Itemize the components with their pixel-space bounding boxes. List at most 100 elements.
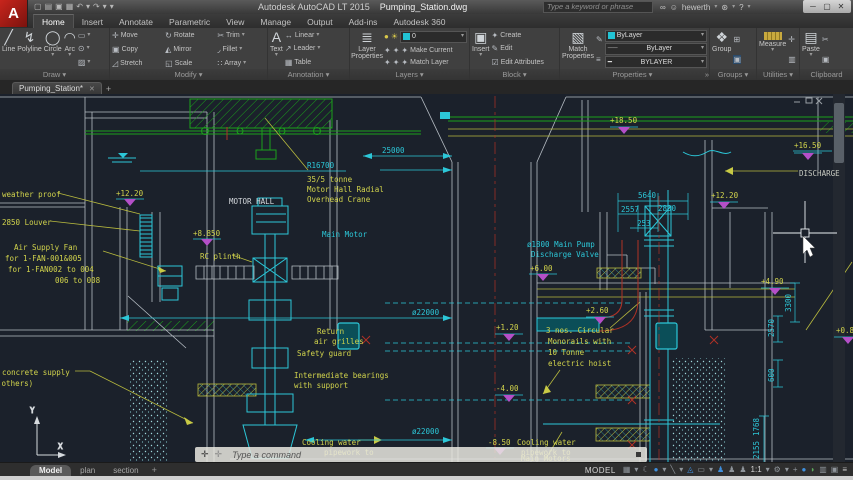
layer-freeze-icon[interactable]: ✦ bbox=[393, 46, 400, 55]
autodesk360-icon[interactable]: ⊛ bbox=[721, 3, 728, 12]
layer-on-icon[interactable]: ● bbox=[384, 32, 389, 41]
tab-addins[interactable]: Add-ins bbox=[341, 15, 386, 28]
tab-parametric[interactable]: Parametric bbox=[161, 15, 218, 28]
tab-manage[interactable]: Manage bbox=[252, 15, 299, 28]
stretch-button[interactable]: ◿Stretch bbox=[112, 57, 161, 69]
minimize-button[interactable]: ─ bbox=[807, 2, 819, 11]
linear-dim-button[interactable]: ↔Linear▾ bbox=[285, 31, 321, 40]
tab-home[interactable]: Home bbox=[33, 14, 74, 28]
redo-icon[interactable]: ↷ bbox=[93, 0, 100, 14]
model-space-badge[interactable]: MODEL bbox=[585, 466, 616, 475]
array-button[interactable]: ∷Array▾ bbox=[217, 57, 265, 69]
grid-icon[interactable]: ▦ bbox=[623, 464, 631, 476]
ellipse-icon[interactable]: ⊙ bbox=[78, 44, 85, 53]
panel-label-draw[interactable]: Draw ▾ bbox=[0, 69, 109, 80]
osnap-tracking-icon[interactable]: ◬ bbox=[687, 464, 693, 476]
panel-label-block[interactable]: Block ▾ bbox=[470, 69, 559, 80]
undo-icon[interactable]: ↶ bbox=[76, 0, 83, 14]
panel-label-properties[interactable]: Properties ▾ » bbox=[560, 69, 709, 80]
search-icon[interactable]: ∞ bbox=[660, 3, 666, 12]
help-dropdown-icon[interactable]: ▾ bbox=[748, 5, 751, 10]
autocad-logo[interactable]: A bbox=[0, 0, 28, 27]
layout-tab-section[interactable]: section bbox=[104, 465, 147, 476]
move-button[interactable]: ✛Move bbox=[112, 29, 161, 41]
rectangle-icon[interactable]: ▭ bbox=[78, 31, 86, 40]
annotation-scale-badge[interactable]: 1:1 bbox=[751, 464, 762, 476]
object-snap-icon[interactable]: ● bbox=[654, 464, 659, 476]
properties-painter-icon[interactable]: ✎ bbox=[596, 35, 603, 44]
tab-annotate[interactable]: Annotate bbox=[111, 15, 161, 28]
lineweight-dropdown[interactable]: ━BYLAYER▾ bbox=[605, 56, 707, 68]
panel-label-layers[interactable]: Layers ▾ bbox=[350, 69, 469, 80]
redo-dropdown-icon[interactable]: ▾ bbox=[103, 0, 107, 14]
annotation-visibility-icon[interactable]: ♟ bbox=[717, 464, 724, 476]
text-button[interactable]: AText▾ bbox=[270, 29, 283, 69]
panel-label-clipboard[interactable]: Clipboard bbox=[800, 69, 853, 80]
user-dropdown-icon[interactable]: ▾ bbox=[714, 5, 717, 10]
snap-dropdown-icon[interactable]: ▾ bbox=[634, 464, 638, 476]
object-snap-dropdown-icon[interactable]: ▾ bbox=[662, 464, 666, 476]
table-button[interactable]: ▦Table bbox=[285, 58, 321, 67]
fillet-button[interactable]: ◞Fillet▾ bbox=[217, 43, 265, 55]
properties-list-icon[interactable]: ≡ bbox=[596, 55, 603, 64]
group-edit-icon[interactable]: ▣ bbox=[733, 55, 741, 64]
file-tab-close-icon[interactable]: ✕ bbox=[89, 85, 95, 93]
dynamic-ucs-icon[interactable]: ▭ bbox=[697, 464, 705, 476]
properties-launcher-icon[interactable]: » bbox=[705, 69, 709, 80]
workspace-dropdown-icon[interactable]: ▾ bbox=[785, 464, 789, 476]
scale-button[interactable]: ◱Scale bbox=[165, 57, 213, 69]
graphics-performance-icon[interactable]: ● bbox=[802, 464, 807, 476]
measure-button[interactable]: Measure▾ bbox=[759, 29, 786, 69]
new-layout-button[interactable]: + bbox=[152, 465, 157, 475]
annotation-people-icon[interactable]: ♟ bbox=[739, 464, 746, 476]
ungroup-icon[interactable]: ⊞ bbox=[733, 35, 741, 44]
signin-user[interactable]: hewerth bbox=[682, 3, 710, 12]
match-properties-button[interactable]: ▧Match Properties bbox=[562, 29, 594, 69]
create-block-button[interactable]: ✦Create bbox=[492, 31, 544, 40]
panel-label-modify[interactable]: Modify ▾ bbox=[110, 69, 267, 80]
command-line[interactable]: ✛ ✛ Type a command bbox=[195, 447, 647, 462]
layout-tab-plan[interactable]: plan bbox=[71, 465, 104, 476]
layer-merge-icon[interactable]: ✦ bbox=[393, 58, 400, 67]
layer-walk-icon[interactable]: ✦ bbox=[401, 58, 408, 67]
layer-thaw-icon[interactable]: ☀ bbox=[391, 32, 398, 41]
quick-calc-icon[interactable]: ▥ bbox=[788, 55, 796, 64]
workspace-gear-icon[interactable]: ⚙ bbox=[774, 464, 781, 476]
edit-attributes-button[interactable]: ☑Edit Attributes bbox=[492, 58, 544, 67]
command-promp-text[interactable]: Type a command bbox=[232, 450, 301, 460]
line-button[interactable]: ╱Line bbox=[2, 29, 15, 69]
help-icon[interactable]: ? bbox=[739, 3, 743, 12]
lock-ui-icon[interactable]: ▣ bbox=[831, 464, 839, 476]
polar-dropdown-icon[interactable]: ▾ bbox=[679, 464, 683, 476]
plot-icon[interactable]: ▦ bbox=[66, 0, 74, 14]
undo-dropdown-icon[interactable]: ▾ bbox=[86, 0, 90, 14]
edit-block-button[interactable]: ✎Edit bbox=[492, 44, 544, 53]
quick-properties-icon[interactable]: ▥ bbox=[819, 464, 827, 476]
isometric-icon[interactable]: ☾ bbox=[642, 464, 649, 476]
new-tab-button[interactable]: + bbox=[106, 84, 111, 94]
hatch-icon[interactable]: ▨ bbox=[78, 58, 86, 67]
drawing-area[interactable]: Y X weather proof2850 LouverAir Supply F… bbox=[0, 94, 853, 462]
save-file-icon[interactable]: ▣ bbox=[55, 0, 63, 14]
leader-button[interactable]: ↗Leader▾ bbox=[285, 44, 321, 53]
restore-button[interactable]: ▢ bbox=[821, 2, 833, 11]
search-input[interactable]: Type a keyword or phrase bbox=[543, 1, 653, 13]
autoscale-icon[interactable]: ♟ bbox=[728, 464, 735, 476]
panel-label-annotation[interactable]: Annotation ▾ bbox=[268, 69, 349, 80]
tab-view[interactable]: View bbox=[218, 15, 252, 28]
customize-plus-icon[interactable]: + bbox=[793, 464, 798, 476]
file-tab-active[interactable]: Pumping_Station* ✕ bbox=[12, 82, 102, 94]
tab-insert[interactable]: Insert bbox=[74, 15, 111, 28]
match-layer-button[interactable]: Match Layer bbox=[410, 58, 449, 67]
panel-label-utilities[interactable]: Utilities ▾ bbox=[757, 69, 799, 80]
circle-button[interactable]: ◯Circle▾ bbox=[44, 29, 62, 69]
isolate-objects-icon[interactable]: ◗ bbox=[810, 464, 815, 476]
copy-button[interactable]: ▣Copy bbox=[112, 43, 161, 55]
arc-button[interactable]: ◠Arc▾ bbox=[64, 29, 76, 69]
paste-button[interactable]: ▤Paste▾ bbox=[802, 29, 820, 69]
layer-properties-button[interactable]: ≣Layer Properties bbox=[352, 29, 382, 69]
customize-menu-icon[interactable]: ≡ bbox=[842, 464, 847, 476]
command-grip[interactable] bbox=[636, 452, 641, 457]
new-file-icon[interactable]: ▢ bbox=[34, 0, 42, 14]
a360-dropdown-icon[interactable]: ▾ bbox=[732, 5, 735, 10]
